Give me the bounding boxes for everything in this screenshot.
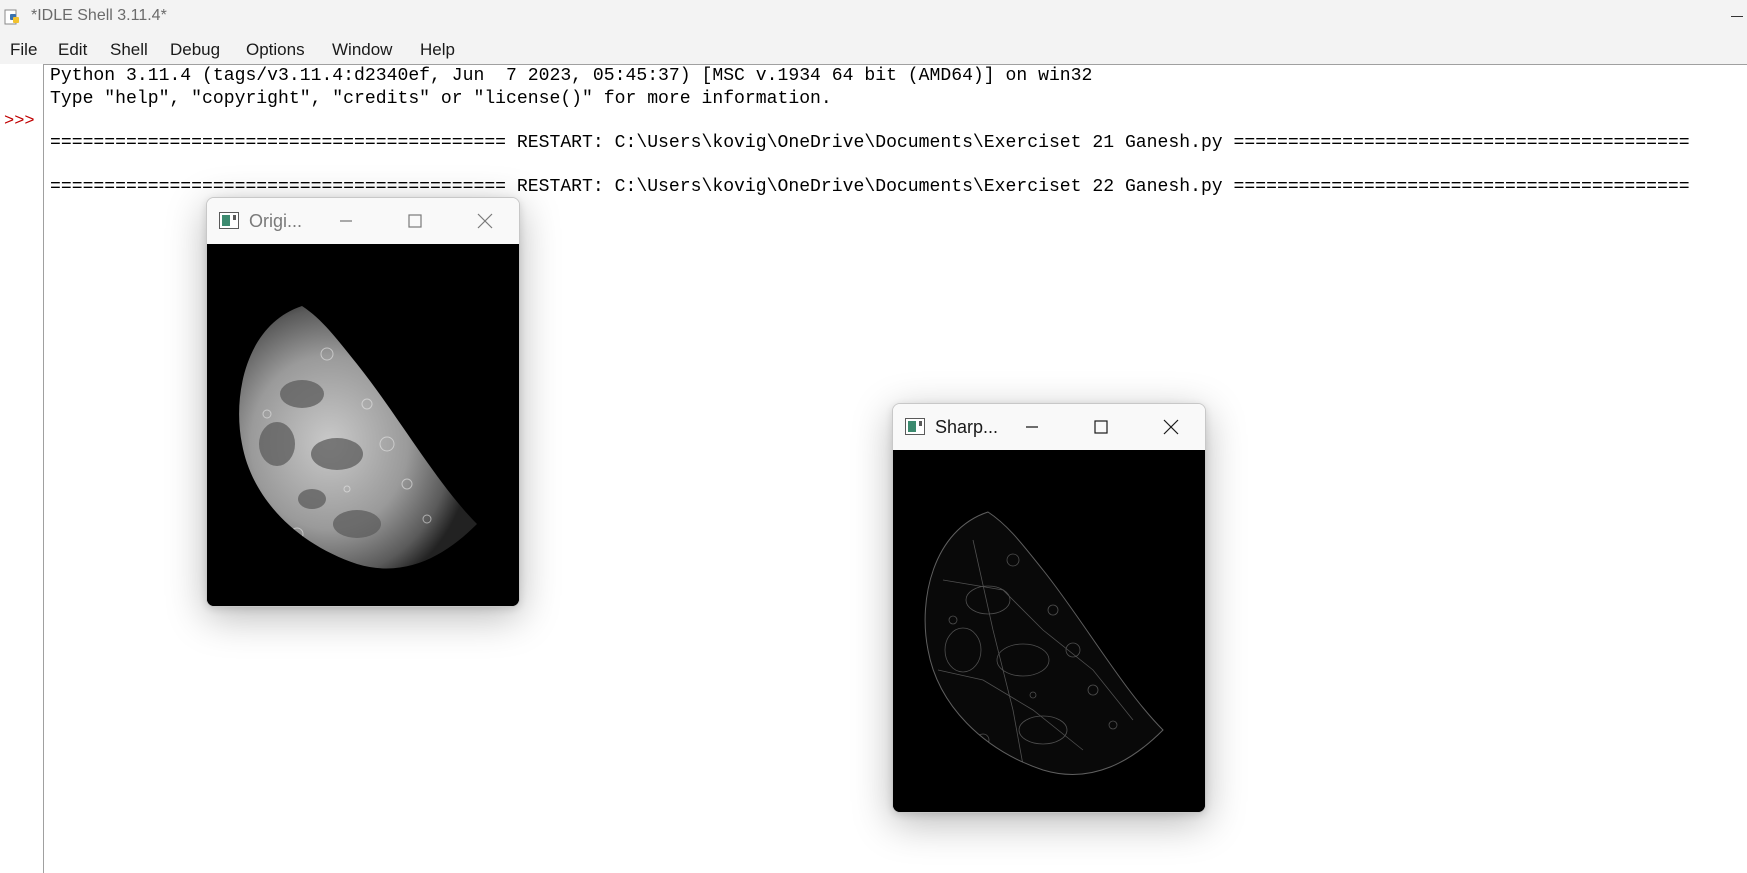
prompt-gutter bbox=[0, 64, 44, 873]
opencv-window-icon bbox=[905, 418, 925, 435]
moon-sharpened-image bbox=[893, 450, 1205, 812]
moon-original-image bbox=[207, 244, 519, 606]
maximize-icon[interactable] bbox=[402, 208, 428, 234]
minimize-icon[interactable] bbox=[1731, 16, 1743, 17]
sharpened-window-titlebar[interactable]: Sharp... bbox=[893, 404, 1205, 450]
minimize-icon[interactable] bbox=[1019, 414, 1045, 440]
original-image-window[interactable]: Origi... bbox=[206, 197, 520, 607]
original-window-titlebar[interactable]: Origi... bbox=[207, 198, 519, 244]
menu-help[interactable]: Help bbox=[420, 40, 455, 60]
sharpened-image-window[interactable]: Sharp... bbox=[892, 403, 1206, 813]
shell-line-restart-22: ========================================… bbox=[50, 177, 1690, 197]
menu-bar: File Edit Shell Debug Options Window Hel… bbox=[0, 34, 1747, 64]
original-window-title: Origi... bbox=[249, 211, 303, 231]
maximize-icon[interactable] bbox=[1088, 414, 1114, 440]
shell-line-banner: Python 3.11.4 (tags/v3.11.4:d2340ef, Jun… bbox=[50, 66, 1093, 86]
minimize-icon[interactable] bbox=[333, 208, 359, 234]
window-title: *IDLE Shell 3.11.4* bbox=[31, 7, 167, 24]
menu-shell[interactable]: Shell bbox=[110, 40, 148, 60]
close-icon[interactable] bbox=[472, 208, 498, 234]
shell-prompt: >>> bbox=[4, 112, 35, 131]
sharpened-window-title: Sharp... bbox=[935, 417, 999, 437]
python-idle-icon bbox=[4, 9, 19, 25]
menu-debug[interactable]: Debug bbox=[170, 40, 220, 60]
menu-options[interactable]: Options bbox=[246, 40, 305, 60]
menu-file[interactable]: File bbox=[10, 40, 37, 60]
menu-window[interactable]: Window bbox=[332, 40, 392, 60]
original-image-canvas bbox=[207, 244, 519, 606]
opencv-window-icon bbox=[219, 212, 239, 229]
shell-line-restart-21: ========================================… bbox=[50, 133, 1690, 153]
shell-line-info: Type "help", "copyright", "credits" or "… bbox=[50, 89, 832, 109]
title-bar: *IDLE Shell 3.11.4* bbox=[0, 0, 1747, 34]
sharpened-image-canvas bbox=[893, 450, 1205, 812]
close-icon[interactable] bbox=[1158, 414, 1184, 440]
menu-edit[interactable]: Edit bbox=[58, 40, 87, 60]
